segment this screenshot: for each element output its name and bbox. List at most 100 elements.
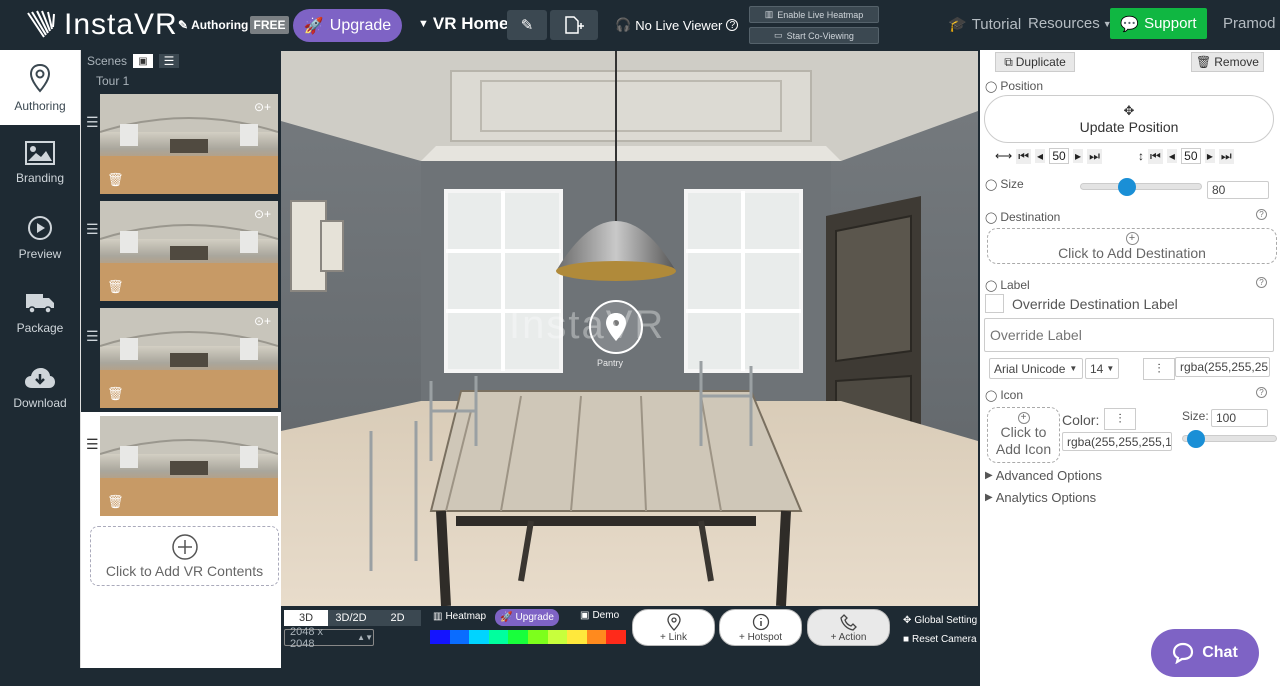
- play-icon: [28, 215, 52, 240]
- add-link-button[interactable]: + Link: [632, 609, 715, 646]
- step-back-icon[interactable]: ◂: [1166, 149, 1177, 163]
- step-back-icon[interactable]: ◂: [1035, 149, 1046, 163]
- icon-size-slider-track[interactable]: [1182, 430, 1277, 448]
- heatmap-swatch: [508, 630, 528, 644]
- add-location-icon[interactable]: ⊙+: [254, 314, 271, 328]
- add-action-button[interactable]: + Action: [807, 609, 890, 646]
- add-location-icon[interactable]: ⊙+: [254, 207, 271, 221]
- list-view-icon[interactable]: ☰: [159, 54, 180, 68]
- size-slider-track[interactable]: [1080, 178, 1202, 196]
- nav-download[interactable]: Download: [0, 350, 80, 425]
- trash-icon[interactable]: 🗑: [107, 494, 124, 510]
- vertical-value[interactable]: 50: [1180, 148, 1201, 164]
- tutorial-link[interactable]: 🎓 Tutorial: [948, 15, 1021, 34]
- scene-thumbnail[interactable]: [100, 416, 278, 516]
- reset-camera-button[interactable]: ■ Reset Camera: [903, 634, 977, 645]
- override-label-text: Override Destination Label: [1012, 296, 1178, 312]
- size-input[interactable]: 80: [1207, 181, 1269, 199]
- camera-icon: ■: [903, 634, 910, 645]
- skip-forward-icon[interactable]: ⏭: [1218, 148, 1234, 164]
- drag-handle-icon[interactable]: ☰: [86, 114, 99, 131]
- mode-2d-button[interactable]: 2D: [374, 610, 421, 626]
- drag-handle-icon[interactable]: ☰: [86, 328, 99, 345]
- new-scene-button[interactable]: [550, 10, 598, 40]
- help-icon[interactable]: ?: [1256, 387, 1267, 398]
- nav-authoring[interactable]: Authoring: [0, 50, 80, 125]
- trash-icon[interactable]: 🗑: [107, 279, 124, 295]
- font-size-select[interactable]: 14 ▼: [1085, 358, 1119, 379]
- resolution-select[interactable]: 2048 x 2048 ▲▼: [284, 626, 374, 650]
- skip-back-icon[interactable]: ⏮: [1148, 148, 1163, 164]
- drag-handle-icon[interactable]: ☰: [86, 436, 99, 453]
- remove-button[interactable]: 🗑 Remove: [1191, 52, 1264, 72]
- help-icon[interactable]: ?: [1256, 277, 1267, 288]
- skip-back-icon[interactable]: ⏮: [1016, 148, 1032, 164]
- enable-heatmap-button[interactable]: ▥ Enable Live Heatmap: [749, 6, 879, 23]
- logo-text: InstaVR: [64, 8, 178, 41]
- scene-item-selected[interactable]: ☰ 🗑: [81, 412, 282, 518]
- upgrade-button[interactable]: 🚀 Upgrade: [293, 9, 402, 42]
- font-select[interactable]: Arial Unicode ▼: [989, 358, 1083, 379]
- truck-icon: [26, 293, 54, 314]
- tour-label: Tour 1: [96, 74, 130, 88]
- add-icon-button[interactable]: + Click to Add Icon: [987, 407, 1060, 463]
- help-icon[interactable]: ?: [1256, 209, 1267, 220]
- check-circle-icon: ◯: [985, 178, 998, 191]
- mode-3d-button[interactable]: 3D: [284, 610, 328, 626]
- help-icon: ?: [726, 19, 739, 31]
- analytics-options-toggle[interactable]: ▶ Analytics Options: [985, 490, 1096, 505]
- scene-thumbnail[interactable]: [100, 94, 278, 194]
- trash-icon[interactable]: 🗑: [107, 386, 124, 402]
- mode-3d2d-button[interactable]: 3D/2D: [328, 610, 374, 626]
- live-viewer-status[interactable]: 🎧 No Live Viewer?: [615, 17, 739, 33]
- duplicate-button[interactable]: ⧉ Duplicate: [995, 52, 1075, 72]
- nav-branding[interactable]: Branding: [0, 125, 80, 200]
- heatmap-upgrade-button[interactable]: 🚀 Upgrade: [495, 609, 559, 626]
- horizontal-value[interactable]: 50: [1049, 148, 1070, 164]
- grid-view-icon[interactable]: ▣: [133, 54, 154, 68]
- override-label-checkbox[interactable]: [985, 294, 1004, 313]
- sliders-icon[interactable]: ⫶: [1104, 408, 1136, 430]
- horizontal-position-controls: ⟷ ⏮ ◂ 50 ▸ ⏭: [995, 148, 1102, 164]
- icon-size-slider-handle[interactable]: [1187, 430, 1206, 448]
- nav-package[interactable]: Package: [0, 275, 80, 350]
- size-slider-handle[interactable]: [1118, 178, 1137, 196]
- add-hotspot-button[interactable]: + Hotspot: [719, 609, 802, 646]
- vr-viewer[interactable]: InstaVR Pantry: [281, 51, 978, 606]
- heatmap-toggle[interactable]: ▥ Heatmap: [433, 611, 486, 622]
- scene-thumbnail[interactable]: [100, 201, 278, 301]
- advanced-options-toggle[interactable]: ▶ Advanced Options: [985, 468, 1102, 483]
- global-settings-button[interactable]: ✥ Global Setting: [903, 615, 977, 626]
- nav-preview[interactable]: Preview: [0, 200, 80, 275]
- add-vr-contents-button[interactable]: Click to Add VR Contents: [90, 526, 279, 586]
- authoring-mode-label[interactable]: ✎ Authoring: [178, 18, 248, 32]
- scene-item[interactable]: ☰ ⊙+ 🗑: [81, 308, 282, 415]
- icon-color-input[interactable]: rgba(255,255,255,1: [1062, 432, 1172, 451]
- co-viewing-button[interactable]: ▭ Start Co-Viewing: [749, 27, 879, 44]
- update-position-button[interactable]: ✥ Update Position: [984, 95, 1274, 143]
- edit-project-button[interactable]: ✎: [507, 10, 547, 40]
- resources-menu[interactable]: Resources ▼: [1028, 15, 1112, 32]
- step-forward-icon[interactable]: ▸: [1204, 149, 1215, 163]
- user-menu[interactable]: Pramod▼: [1223, 15, 1280, 32]
- map-pin-icon: [666, 612, 681, 631]
- scene-item[interactable]: ☰ ⊙+ 🗑: [81, 201, 282, 308]
- drag-handle-icon[interactable]: ☰: [86, 221, 99, 238]
- step-forward-icon[interactable]: ▸: [1073, 149, 1084, 163]
- scene-thumbnail[interactable]: [100, 308, 278, 408]
- icon-size-input[interactable]: 100: [1211, 409, 1268, 427]
- support-button[interactable]: 💬 Support: [1110, 8, 1207, 39]
- scene-item[interactable]: ☰ ⊙+ 🗑: [81, 94, 282, 201]
- sliders-icon[interactable]: ⫶: [1143, 358, 1175, 380]
- logo[interactable]: InstaVR: [26, 8, 178, 42]
- demo-button[interactable]: ▣ Demo: [580, 610, 619, 621]
- add-destination-button[interactable]: + Click to Add Destination: [987, 228, 1277, 264]
- project-selector[interactable]: ▼ VR Home: [418, 14, 508, 34]
- trash-icon[interactable]: 🗑: [107, 172, 124, 188]
- override-label-input[interactable]: [984, 318, 1274, 352]
- skip-forward-icon[interactable]: ⏭: [1087, 148, 1102, 164]
- label-color-input[interactable]: rgba(255,255,25: [1175, 357, 1270, 377]
- add-location-icon[interactable]: ⊙+: [254, 100, 271, 114]
- chat-button[interactable]: Chat: [1151, 629, 1259, 677]
- caret-right-icon: ▶: [985, 492, 993, 503]
